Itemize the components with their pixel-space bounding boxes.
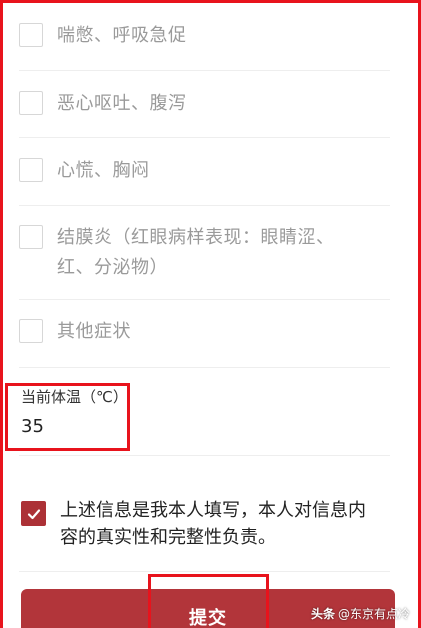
symptom-label: 其他症状 <box>57 321 131 342</box>
divider <box>19 137 390 138</box>
temperature-label: 当前体温（℃） <box>21 388 128 406</box>
divider <box>19 455 390 456</box>
agreement-checkbox[interactable] <box>21 501 46 526</box>
checkbox[interactable] <box>19 91 43 115</box>
checkbox[interactable] <box>19 225 43 249</box>
symptom-option-conjunctivitis[interactable]: 结膜炎（红眼病样表现：眼睛涩、红、分泌物） <box>19 223 390 283</box>
agreement-row[interactable]: 上述信息是我本人填写，本人对信息内容的真实性和完整性负责。 <box>21 497 378 551</box>
agreement-text: 上述信息是我本人填写，本人对信息内容的真实性和完整性负责。 <box>60 500 366 548</box>
checkbox[interactable] <box>19 23 43 47</box>
submit-label: 提交 <box>189 608 227 628</box>
watermark-prefix: 头条 <box>310 607 335 621</box>
divider <box>19 205 390 206</box>
watermark: 头条 @东京有点冷 <box>311 605 410 622</box>
symptom-label: 恶心呕吐、腹泻 <box>57 93 187 114</box>
symptom-option-other[interactable]: 其他症状 <box>19 317 390 347</box>
checkmark-icon <box>27 508 40 519</box>
health-form-page: 喘憋、呼吸急促 恶心呕吐、腹泻 心慌、胸闷 结膜炎（红眼病样表现：眼睛涩、红、分… <box>0 0 421 628</box>
checkbox[interactable] <box>19 319 43 343</box>
symptom-label: 结膜炎（红眼病样表现：眼睛涩、红、分泌物） <box>57 227 335 278</box>
symptom-option-shortness-of-breath[interactable]: 喘憋、呼吸急促 <box>19 21 390 51</box>
divider <box>19 299 390 300</box>
divider <box>19 571 390 572</box>
divider <box>19 367 390 368</box>
symptom-label: 心慌、胸闷 <box>57 160 150 181</box>
temperature-input[interactable] <box>19 411 223 441</box>
checkbox[interactable] <box>19 158 43 182</box>
symptom-option-palpitation[interactable]: 心慌、胸闷 <box>19 156 390 186</box>
symptom-label: 喘憋、呼吸急促 <box>57 25 187 46</box>
symptom-option-nausea[interactable]: 恶心呕吐、腹泻 <box>19 89 390 119</box>
divider <box>19 70 390 71</box>
watermark-author: @东京有点冷 <box>337 607 410 621</box>
